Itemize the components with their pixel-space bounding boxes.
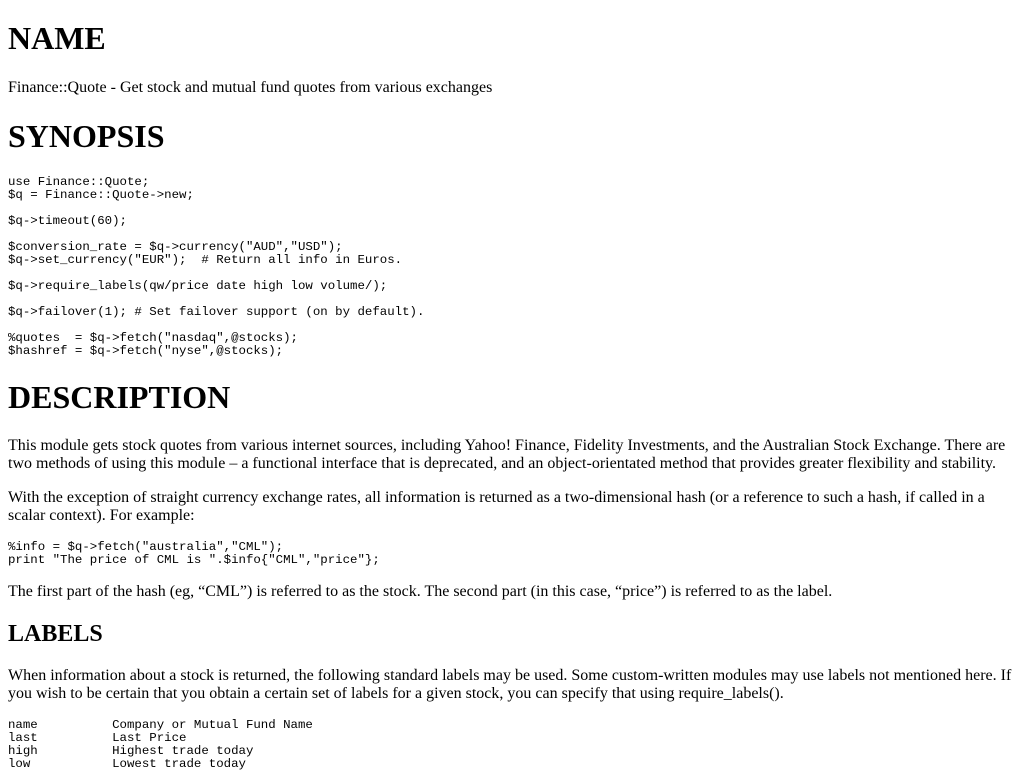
synopsis-heading: SYNOPSIS xyxy=(8,118,165,154)
code-line: $q->timeout(60); xyxy=(8,214,127,228)
code-line: $q->failover(1); # Set failover support … xyxy=(8,305,425,319)
labels-heading: LABELS xyxy=(8,621,103,647)
labels-table: name Company or Mutual Fund Name last Las… xyxy=(8,719,313,771)
code-line: $hashref = $q->fetch("nyse",@stocks); xyxy=(8,344,284,358)
code-line: $q->set_currency("EUR"); # Return all in… xyxy=(8,253,403,267)
labels-paragraph: When information about a stock is return… xyxy=(8,667,1012,702)
description-paragraph-2: With the exception of straight currency … xyxy=(8,489,985,524)
description-heading: DESCRIPTION xyxy=(8,379,231,415)
description-paragraph-1: This module gets stock quotes from vario… xyxy=(8,437,1006,472)
code-line: low Lowest trade today xyxy=(8,757,246,771)
code-line: print "The price of CML is ".$info{"CML"… xyxy=(8,553,380,567)
name-text: Finance::Quote - Get stock and mutual fu… xyxy=(8,79,493,96)
synopsis-code: use Finance::Quote; $q = Finance::Quote->… xyxy=(8,176,424,358)
name-heading: NAME xyxy=(8,20,106,56)
description-code: %info = $q->fetch("australia","CML"); pri… xyxy=(8,541,380,567)
description-paragraph-3: The first part of the hash (eg, “CML”) i… xyxy=(8,583,833,600)
code-line: $q->require_labels(qw/price date high lo… xyxy=(8,279,388,293)
code-line: $q = Finance::Quote->new; xyxy=(8,188,194,202)
